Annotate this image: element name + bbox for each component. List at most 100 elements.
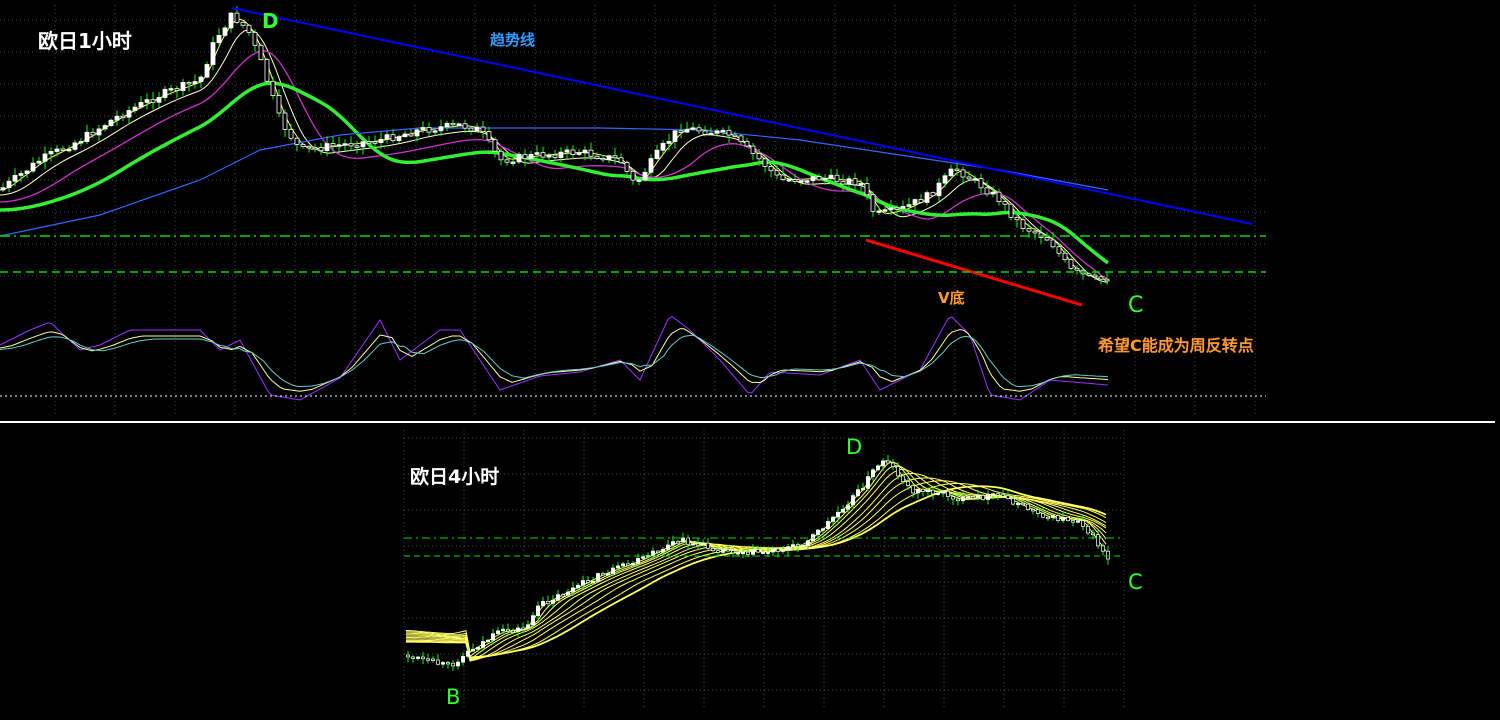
- candle-body: [426, 658, 430, 661]
- candle-body: [126, 110, 132, 118]
- candle-body: [48, 151, 54, 155]
- candle-body: [276, 95, 282, 114]
- candle-body: [501, 628, 505, 632]
- candle-body: [516, 153, 522, 163]
- candle-body: [396, 136, 402, 142]
- candle-body: [996, 191, 1002, 203]
- bottom-chart-title: 欧日4小时: [410, 465, 499, 488]
- candle-body: [971, 496, 975, 499]
- candle-body: [768, 165, 774, 172]
- candle-body: [436, 659, 440, 665]
- candle-body: [921, 488, 925, 492]
- candle-body: [1101, 545, 1105, 552]
- candle-body: [756, 549, 760, 553]
- candle-body: [564, 149, 570, 153]
- candle-body: [606, 155, 612, 161]
- candle-body: [1001, 494, 1005, 497]
- candle-body: [504, 159, 510, 163]
- candle-body: [586, 580, 590, 583]
- candle-body: [1026, 503, 1030, 510]
- candle-body: [990, 191, 996, 195]
- candle-body: [576, 584, 580, 589]
- chart-canvas: 欧日1小时 趋势线 D V底 C 希望C能成为周反转点 欧日4小时 D C B: [0, 5, 1495, 710]
- bottom-point-b-label: B: [446, 685, 460, 709]
- candle-body: [1051, 515, 1055, 518]
- candle-body: [312, 146, 318, 150]
- candle-body: [641, 556, 645, 559]
- candle-body: [746, 551, 750, 555]
- candle-body: [926, 489, 930, 493]
- candle-body: [816, 176, 822, 181]
- candle-body: [198, 76, 204, 82]
- oscillator-yellow-line: [0, 328, 1109, 392]
- candle-body: [726, 129, 732, 136]
- candle-body: [324, 143, 330, 152]
- candle-body: [306, 145, 312, 149]
- candle-body: [596, 573, 600, 582]
- candle-body: [531, 615, 535, 626]
- candle-body: [1011, 498, 1015, 505]
- candle-body: [438, 126, 444, 132]
- top-chart-title: 欧日1小时: [38, 29, 132, 53]
- candle-body: [96, 128, 102, 136]
- candle-body: [1032, 230, 1038, 234]
- candle-body: [1006, 495, 1010, 499]
- candle-body: [720, 129, 726, 133]
- candle-body: [721, 549, 725, 553]
- candle-body: [738, 135, 744, 142]
- candle-body: [804, 180, 810, 183]
- oscillator-purple-line: [0, 315, 1109, 401]
- candle-body: [240, 21, 246, 26]
- candle-body: [702, 130, 708, 135]
- candle-body: [102, 125, 108, 130]
- candle-body: [656, 550, 660, 553]
- candle-body: [1062, 252, 1068, 261]
- candle-body: [612, 155, 618, 159]
- candle-body: [498, 150, 504, 161]
- candle-body: [120, 115, 126, 119]
- candle-body: [481, 641, 485, 648]
- candle-body: [576, 152, 582, 155]
- candle-body: [342, 143, 348, 146]
- candle-body: [750, 145, 756, 154]
- candle-body: [42, 153, 48, 162]
- ma-magenta-line: [0, 50, 1109, 281]
- candle-body: [626, 563, 630, 566]
- candle-body: [1026, 228, 1032, 232]
- top-moving-averages: [0, 18, 1110, 283]
- candle-body: [834, 174, 840, 182]
- candle-body: [981, 495, 985, 500]
- candle-body: [716, 550, 720, 553]
- candle-body: [866, 476, 870, 489]
- candle-body: [796, 544, 800, 547]
- candle-body: [522, 153, 528, 160]
- candle-body: [540, 152, 546, 158]
- candle-body: [432, 130, 438, 133]
- candle-body: [204, 64, 210, 78]
- candle-body: [671, 541, 675, 546]
- candle-body: [546, 600, 550, 604]
- candle-body: [1016, 502, 1020, 506]
- candle-body: [631, 563, 635, 566]
- candle-body: [1061, 516, 1065, 521]
- candle-body: [666, 141, 672, 144]
- candle-body: [582, 149, 588, 154]
- candle-body: [942, 175, 948, 184]
- candle-body: [1014, 216, 1020, 221]
- candle-body: [1104, 278, 1110, 282]
- candle-body: [816, 529, 820, 535]
- candle-body: [618, 157, 624, 163]
- candle-body: [78, 141, 84, 144]
- candle-body: [771, 548, 775, 553]
- candle-body: [486, 639, 490, 642]
- candle-body: [896, 466, 900, 477]
- candle-body: [108, 119, 114, 126]
- candle-body: [556, 594, 560, 601]
- candle-body: [1074, 267, 1080, 271]
- candle-body: [36, 160, 42, 164]
- candle-body: [900, 206, 906, 209]
- candle-body: [456, 123, 462, 126]
- candle-body: [901, 475, 905, 482]
- candle-body: [1086, 526, 1090, 534]
- candle-body: [961, 496, 965, 502]
